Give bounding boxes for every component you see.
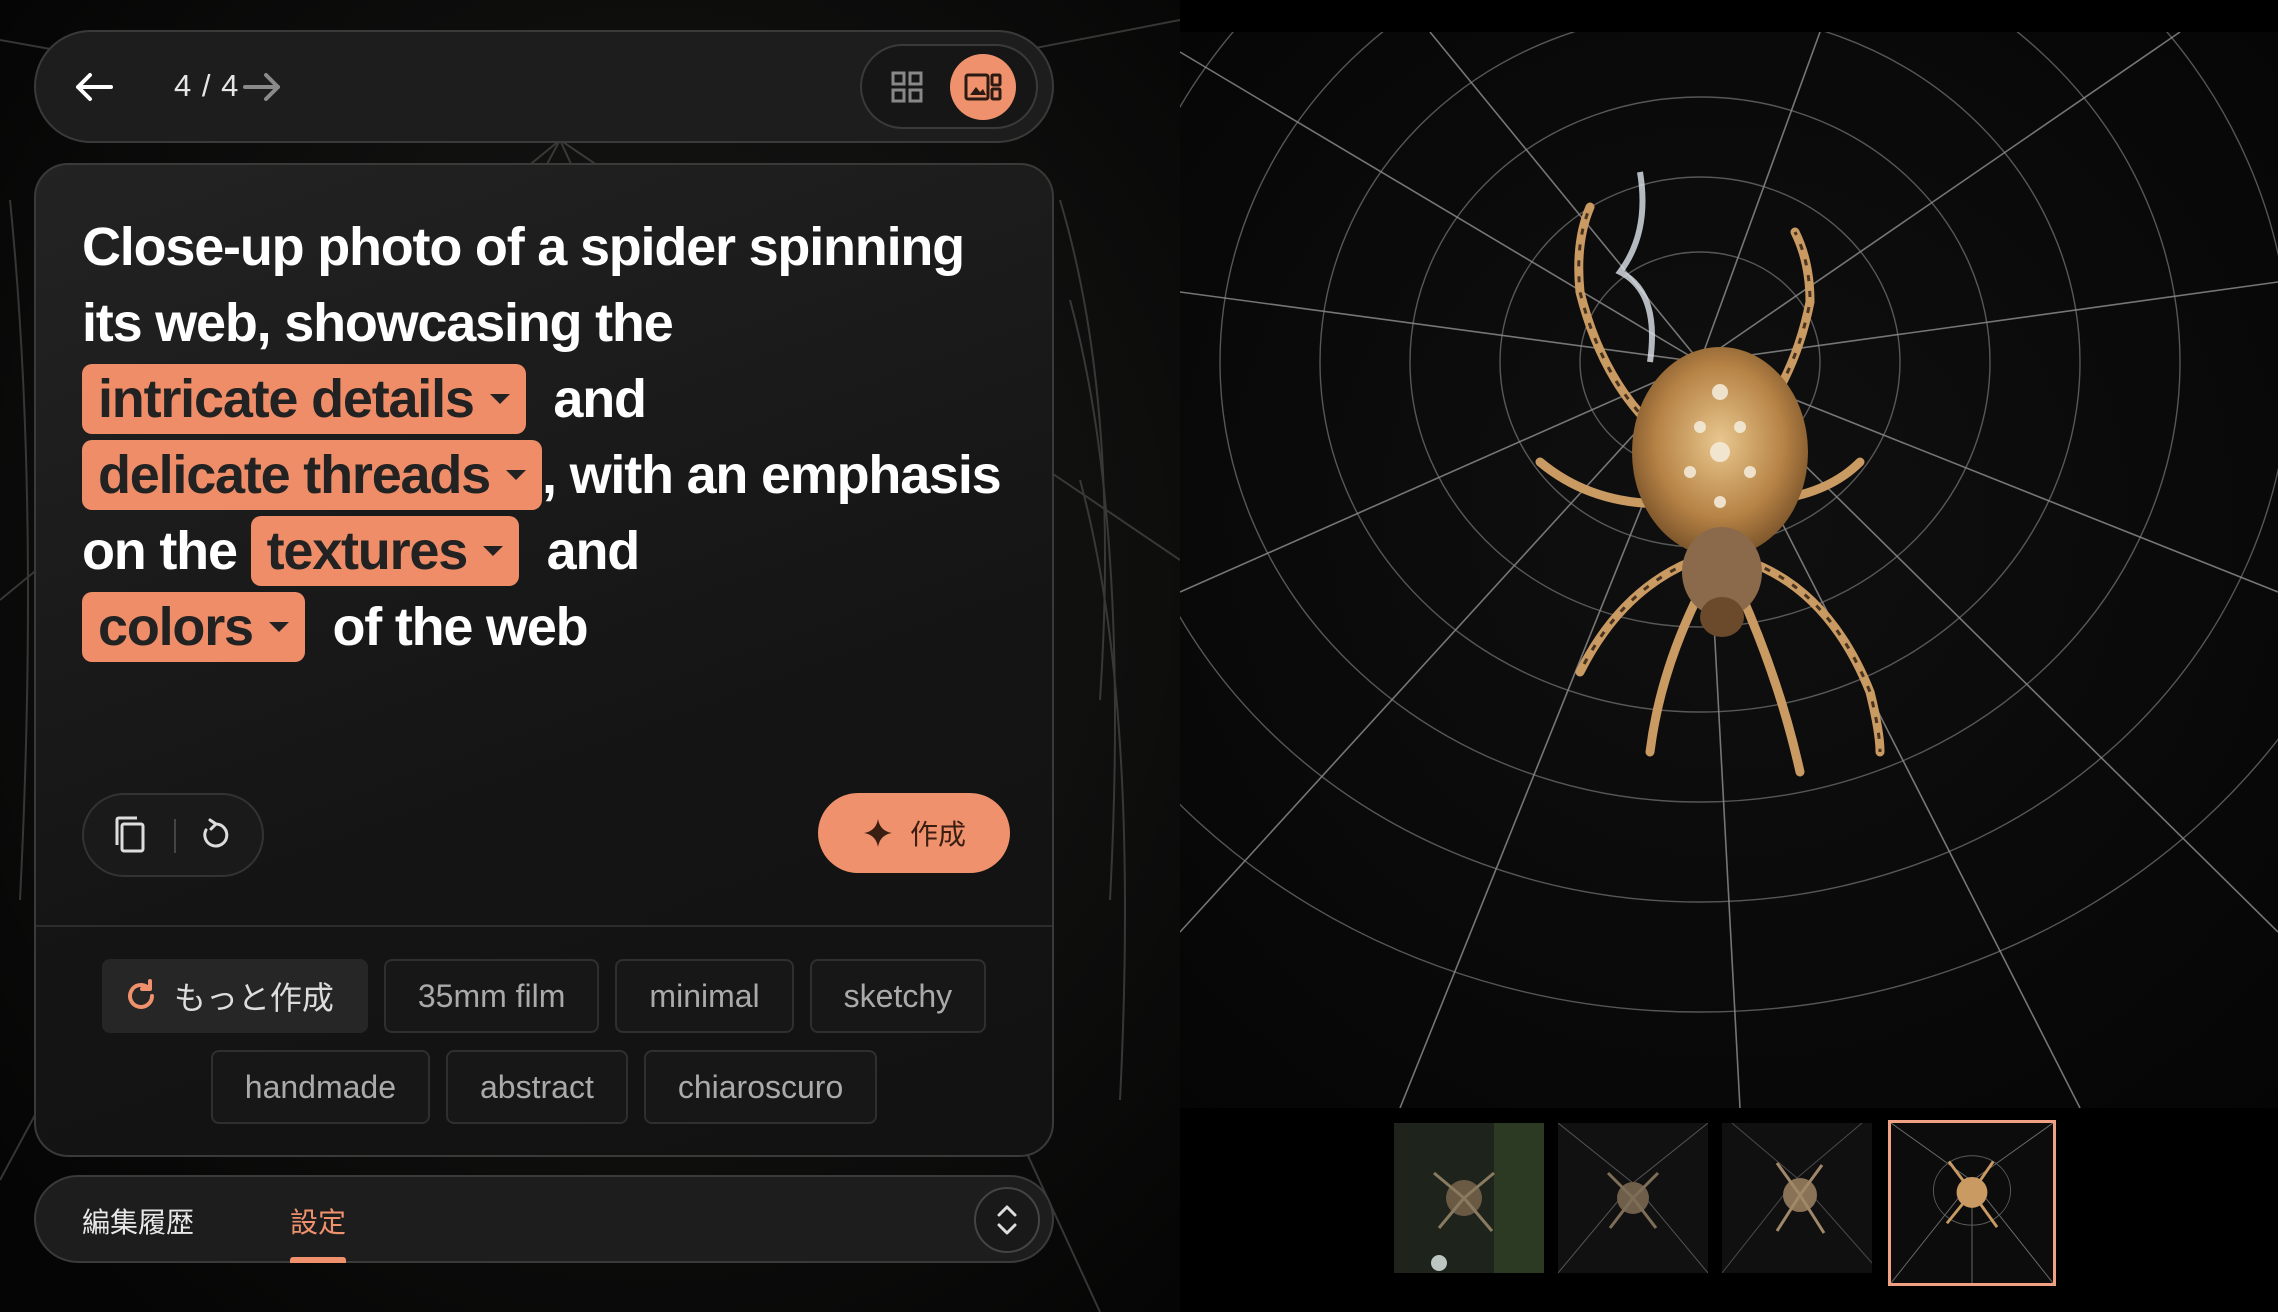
expand-icon <box>997 1205 1017 1235</box>
active-tab-indicator <box>290 1257 346 1263</box>
prompt-text-segment: and <box>525 369 660 429</box>
chip-label: intricate details <box>98 369 475 429</box>
prompt-text-segment: Close-up photo of a spider spinning its … <box>82 217 965 353</box>
next-button[interactable] <box>238 62 288 112</box>
tab-settings[interactable]: 設定 <box>290 1201 346 1241</box>
prompt-tools <box>82 793 264 877</box>
more-create-button[interactable]: もっと作成 <box>101 959 368 1033</box>
generated-spider-image <box>1180 32 2278 1108</box>
prompt-text-segment: of the web <box>304 597 588 657</box>
chip-intricate-details[interactable]: intricate details <box>82 364 526 434</box>
create-button[interactable]: 作成 <box>818 793 1010 873</box>
previous-button[interactable] <box>68 62 118 112</box>
image-navigation-bar: 4 / 4 <box>34 30 1054 143</box>
prompt-text-segment: and <box>519 521 653 581</box>
style-chip-abstract[interactable]: abstract <box>446 1050 628 1124</box>
reset-icon <box>203 818 229 848</box>
dropdown-caret-icon <box>483 545 504 556</box>
prompt-card: Close-up photo of a spider spinning its … <box>34 163 1054 1157</box>
chip-label: delicate threads <box>98 445 491 505</box>
chip-label: colors <box>98 597 254 657</box>
view-mode-toggle <box>860 44 1038 129</box>
tab-edit-history[interactable]: 編集履歴 <box>82 1201 194 1241</box>
card-divider <box>36 925 1052 927</box>
forward-arrow-icon <box>243 73 280 101</box>
copy-button[interactable] <box>108 813 152 857</box>
dropdown-caret-icon <box>268 621 289 632</box>
expand-panel-button[interactable] <box>974 1187 1040 1253</box>
image-counter: 4 / 4 <box>174 68 240 103</box>
thumbnail-1[interactable] <box>1394 1123 1544 1273</box>
chip-colors[interactable]: colors <box>82 592 305 662</box>
chip-textures[interactable]: textures <box>250 516 520 586</box>
reset-button[interactable] <box>194 813 238 857</box>
thumbnail-2[interactable] <box>1558 1123 1708 1273</box>
style-chip-sketchy[interactable]: sketchy <box>809 959 987 1033</box>
style-suggestions-row-1: もっと作成 35mm film minimal sketchy <box>36 959 1052 1033</box>
prompt-text: Close-up photo of a spider spinning its … <box>82 209 1012 665</box>
style-chip-35mm-film[interactable]: 35mm film <box>383 959 600 1033</box>
thumbnail-3[interactable] <box>1722 1123 1872 1273</box>
dropdown-caret-icon <box>489 393 510 404</box>
single-view-icon <box>964 73 1002 101</box>
refresh-icon <box>127 979 154 1009</box>
sparkle-icon <box>863 819 892 847</box>
thumbnail-4-selected[interactable] <box>1888 1120 2056 1286</box>
style-chip-minimal[interactable]: minimal <box>615 959 794 1033</box>
create-button-label: 作成 <box>909 819 966 850</box>
chip-label: textures <box>266 521 469 581</box>
tool-divider <box>174 819 176 853</box>
chip-delicate-threads[interactable]: delicate threads <box>82 440 542 510</box>
grid-view-icon <box>891 71 923 103</box>
back-arrow-icon <box>76 73 113 101</box>
more-create-label: もっと作成 <box>173 980 334 1016</box>
style-chip-handmade[interactable]: handmade <box>210 1050 430 1124</box>
dropdown-caret-icon <box>505 469 526 480</box>
bottom-tab-bar: 編集履歴 設定 <box>34 1175 1054 1263</box>
copy-icon <box>115 816 145 853</box>
style-chip-chiaroscuro[interactable]: chiaroscuro <box>643 1050 878 1124</box>
grid-view-button[interactable] <box>874 54 940 120</box>
single-view-button[interactable] <box>950 54 1016 120</box>
style-suggestions-row-2: handmade abstract chiaroscuro <box>36 1050 1052 1124</box>
